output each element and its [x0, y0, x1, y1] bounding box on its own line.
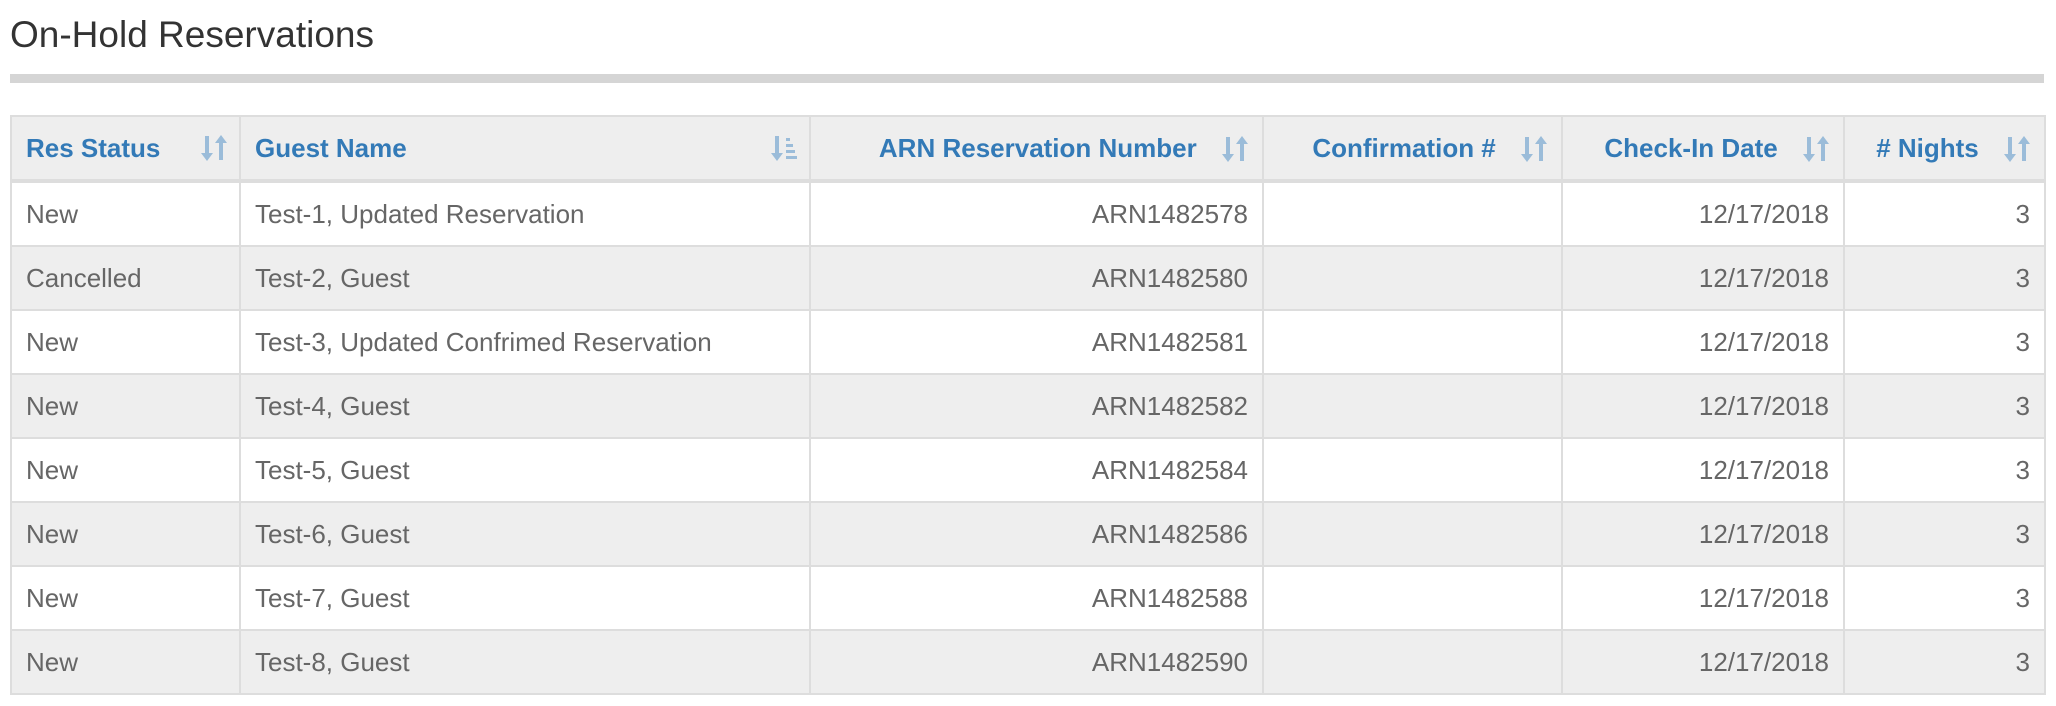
column-header-nights[interactable]: # Nights	[1843, 115, 2046, 183]
cell-confirmation	[1262, 437, 1563, 503]
column-header-label: Guest Name	[255, 133, 407, 164]
page: On-Hold Reservations Res Status Guest Na…	[0, 0, 2056, 706]
cell-arn: ARN1482586	[809, 501, 1264, 567]
table-row[interactable]: New Test-3, Updated Confrimed Reservatio…	[10, 309, 2046, 375]
cell-nights: 3	[1843, 180, 2046, 247]
table-row[interactable]: New Test-8, Guest ARN1482590 12/17/2018 …	[10, 629, 2046, 695]
cell-nights: 3	[1843, 245, 2046, 311]
cell-nights: 3	[1843, 501, 2046, 567]
cell-guest-name: Test-4, Guest	[239, 373, 811, 439]
cell-check-in-date: 12/17/2018	[1561, 629, 1845, 695]
sort-both-icon[interactable]	[2004, 135, 2030, 163]
cell-nights: 3	[1843, 437, 2046, 503]
cell-arn: ARN1482582	[809, 373, 1264, 439]
column-header-label: Check-In Date	[1604, 133, 1778, 164]
reservations-table-container: Res Status Guest Name ARN Reservation Nu…	[10, 115, 2046, 695]
cell-check-in-date: 12/17/2018	[1561, 245, 1845, 311]
column-header-guest-name[interactable]: Guest Name	[239, 115, 811, 183]
table-row[interactable]: New Test-4, Guest ARN1482582 12/17/2018 …	[10, 373, 2046, 439]
cell-confirmation	[1262, 501, 1563, 567]
cell-res-status: New	[10, 373, 241, 439]
cell-confirmation	[1262, 373, 1563, 439]
cell-guest-name: Test-1, Updated Reservation	[239, 180, 811, 247]
cell-guest-name: Test-3, Updated Confrimed Reservation	[239, 309, 811, 375]
table-row[interactable]: Cancelled Test-2, Guest ARN1482580 12/17…	[10, 245, 2046, 311]
cell-check-in-date: 12/17/2018	[1561, 373, 1845, 439]
page-title: On-Hold Reservations	[10, 14, 374, 55]
cell-nights: 3	[1843, 565, 2046, 631]
reservations-table: Res Status Guest Name ARN Reservation Nu…	[10, 115, 2046, 695]
sort-both-icon[interactable]	[1521, 135, 1547, 163]
cell-guest-name: Test-5, Guest	[239, 437, 811, 503]
column-header-label: Confirmation #	[1312, 133, 1496, 164]
cell-confirmation	[1262, 180, 1563, 247]
column-header-label: Res Status	[26, 133, 161, 164]
sort-both-icon[interactable]	[201, 134, 227, 162]
cell-res-status: New	[10, 565, 241, 631]
column-header-check-in-date[interactable]: Check-In Date	[1561, 115, 1845, 183]
sort-both-icon[interactable]	[1803, 135, 1829, 163]
cell-guest-name: Test-7, Guest	[239, 565, 811, 631]
cell-res-status: Cancelled	[10, 245, 241, 311]
cell-guest-name: Test-6, Guest	[239, 501, 811, 567]
cell-res-status: New	[10, 180, 241, 247]
cell-res-status: New	[10, 629, 241, 695]
cell-arn: ARN1482580	[809, 245, 1264, 311]
table-header-row: Res Status Guest Name ARN Reservation Nu…	[10, 115, 2046, 183]
table-row[interactable]: New Test-6, Guest ARN1482586 12/17/2018 …	[10, 501, 2046, 567]
column-header-arn-reservation-number[interactable]: ARN Reservation Number	[809, 115, 1264, 183]
column-header-label: # Nights	[1876, 133, 1979, 164]
cell-confirmation	[1262, 245, 1563, 311]
cell-nights: 3	[1843, 373, 2046, 439]
column-header-confirmation[interactable]: Confirmation #	[1262, 115, 1563, 183]
cell-check-in-date: 12/17/2018	[1561, 437, 1845, 503]
column-header-label: ARN Reservation Number	[878, 133, 1197, 164]
cell-res-status: New	[10, 309, 241, 375]
cell-check-in-date: 12/17/2018	[1561, 309, 1845, 375]
cell-confirmation	[1262, 309, 1563, 375]
cell-check-in-date: 12/17/2018	[1561, 501, 1845, 567]
cell-guest-name: Test-8, Guest	[239, 629, 811, 695]
table-row[interactable]: New Test-1, Updated Reservation ARN14825…	[10, 180, 2046, 247]
title-divider	[10, 74, 2044, 83]
cell-arn: ARN1482578	[809, 180, 1264, 247]
cell-check-in-date: 12/17/2018	[1561, 565, 1845, 631]
column-header-res-status[interactable]: Res Status	[10, 115, 241, 183]
cell-arn: ARN1482584	[809, 437, 1264, 503]
cell-nights: 3	[1843, 629, 2046, 695]
table-row[interactable]: New Test-7, Guest ARN1482588 12/17/2018 …	[10, 565, 2046, 631]
cell-confirmation	[1262, 629, 1563, 695]
cell-arn: ARN1482588	[809, 565, 1264, 631]
sort-ascending-active-icon[interactable]	[771, 134, 797, 162]
cell-res-status: New	[10, 437, 241, 503]
cell-nights: 3	[1843, 309, 2046, 375]
cell-arn: ARN1482590	[809, 629, 1264, 695]
cell-confirmation	[1262, 565, 1563, 631]
cell-arn: ARN1482581	[809, 309, 1264, 375]
table-row[interactable]: New Test-5, Guest ARN1482584 12/17/2018 …	[10, 437, 2046, 503]
sort-both-icon[interactable]	[1222, 135, 1248, 163]
cell-check-in-date: 12/17/2018	[1561, 180, 1845, 247]
cell-res-status: New	[10, 501, 241, 567]
cell-guest-name: Test-2, Guest	[239, 245, 811, 311]
